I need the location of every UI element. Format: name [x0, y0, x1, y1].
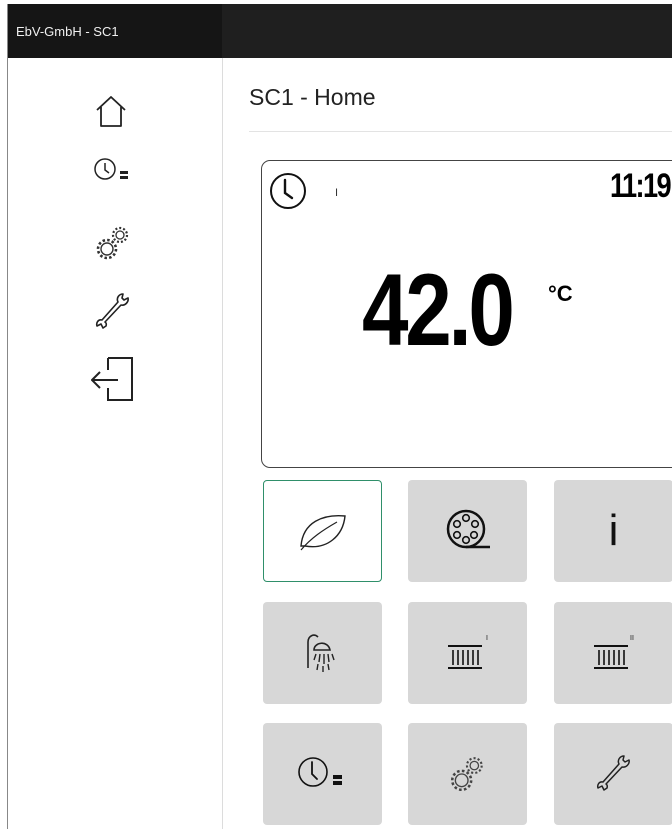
info-button[interactable]: i [554, 480, 672, 582]
circuit-1-label: I [486, 635, 488, 642]
hot-water-button[interactable] [263, 602, 382, 704]
wrench-icon[interactable] [93, 290, 133, 339]
title-divider [249, 131, 672, 132]
wrench-icon [596, 755, 630, 791]
page-title: SC1 - Home [249, 84, 376, 110]
gears-icon[interactable] [95, 223, 133, 268]
radiator-i-icon: I [447, 635, 488, 669]
film-reel-button[interactable] [408, 480, 527, 582]
info-icon: i [608, 506, 619, 555]
temperature-value: 42.0 [362, 253, 515, 367]
gears-icon [450, 757, 483, 792]
time-display: 11:19 [610, 167, 672, 205]
clock-program-icon[interactable] [93, 156, 133, 191]
home-icon[interactable] [91, 92, 131, 137]
circuit-2-label: II [630, 635, 634, 642]
app-window: EbV-GmbH - SC1 SC1 - Home I 11:19 42.0 °… [7, 4, 672, 829]
shower-icon [306, 634, 335, 672]
status-display: I 11:19 42.0 °C [261, 160, 672, 468]
time-program-button[interactable] [263, 723, 382, 825]
clock-icon [268, 171, 308, 216]
heating-circuit-1-button[interactable]: I [408, 602, 527, 704]
title-bar: EbV-GmbH - SC1 [8, 4, 672, 58]
service-button[interactable] [554, 723, 672, 825]
eco-mode-button[interactable] [263, 480, 382, 582]
window-title: EbV-GmbH - SC1 [16, 24, 119, 39]
logout-icon[interactable] [88, 354, 138, 411]
temperature-unit: °C [548, 281, 573, 306]
sidebar [8, 58, 223, 829]
radiator-ii-icon: II [593, 635, 634, 669]
settings-button[interactable] [408, 723, 527, 825]
main-content: SC1 - Home I 11:19 42.0 °C i I II [223, 58, 672, 829]
leaf-icon [299, 515, 346, 551]
heating-circuit-2-button[interactable]: II [554, 602, 672, 704]
mode-indicator: I [335, 187, 339, 199]
film-reel-icon [446, 509, 490, 549]
clock-program-icon [297, 757, 342, 787]
